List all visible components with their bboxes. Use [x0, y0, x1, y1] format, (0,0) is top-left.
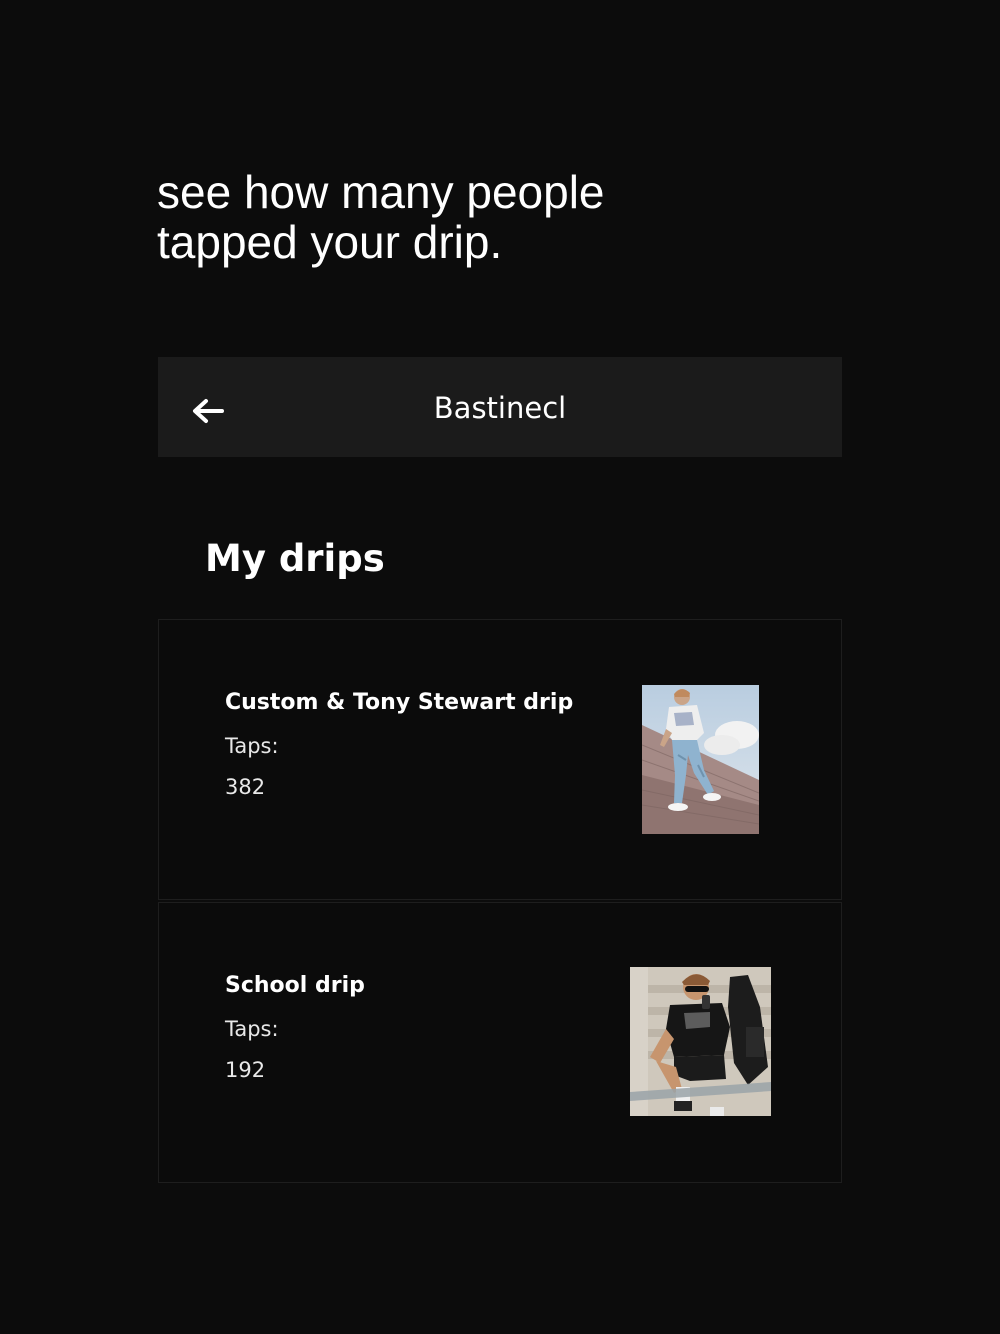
- drip-taps-label: Taps:: [225, 1017, 279, 1041]
- drip-photo[interactable]: [630, 967, 771, 1116]
- promo-headline: see how many people tapped your drip.: [157, 167, 857, 267]
- drip-card[interactable]: School drip Taps: 192: [158, 902, 842, 1183]
- drip-name: School drip: [225, 973, 365, 998]
- drip-taps-count: 192: [225, 1058, 266, 1082]
- drip-card[interactable]: Custom & Tony Stewart drip Taps: 382: [158, 619, 842, 900]
- promo-headline-line-2: tapped your drip.: [157, 216, 503, 268]
- outfit-photo-image: [630, 967, 771, 1116]
- drip-name: Custom & Tony Stewart drip: [225, 690, 574, 715]
- drip-photo[interactable]: [642, 685, 759, 834]
- drip-taps-count: 382: [225, 775, 266, 799]
- arrow-left-icon: [193, 399, 224, 423]
- page-title: Bastinecl: [433, 391, 567, 425]
- promo-headline-line-1: see how many people: [157, 166, 605, 218]
- back-button[interactable]: [184, 387, 232, 435]
- outfit-photo-image: [642, 685, 759, 834]
- app-screen: Bastinecl My drips Custom & Tony Stewart…: [158, 357, 842, 1187]
- section-title: My drips: [205, 537, 385, 580]
- drip-taps-label: Taps:: [225, 734, 279, 758]
- app-header: Bastinecl: [158, 357, 842, 457]
- drip-list: Custom & Tony Stewart drip Taps: 382 Sch…: [158, 619, 842, 1185]
